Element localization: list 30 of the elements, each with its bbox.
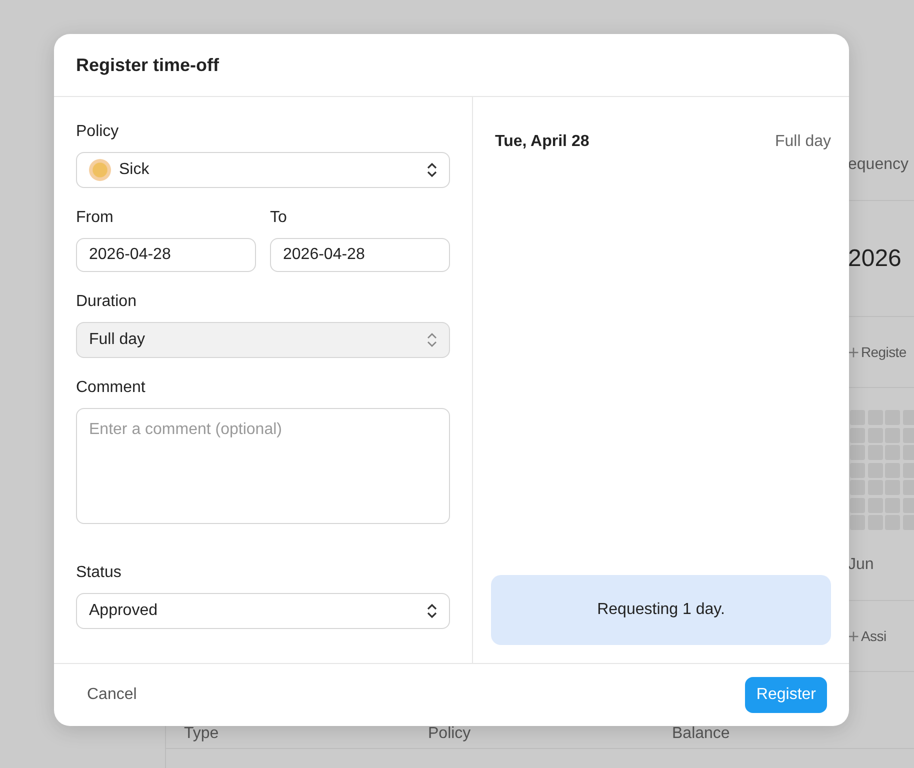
emoji-icon bbox=[89, 159, 111, 181]
field-label: From bbox=[76, 209, 114, 227]
side-label: equency bbox=[848, 156, 908, 174]
policy-select[interactable]: Sick bbox=[76, 152, 450, 188]
date-label: Tue, April 28 bbox=[495, 133, 590, 151]
field-label: Comment bbox=[76, 379, 146, 397]
field-label: Duration bbox=[76, 293, 138, 311]
field-label: To bbox=[270, 209, 288, 227]
plus-icon bbox=[848, 630, 859, 642]
add-link[interactable]: Registe bbox=[848, 344, 906, 360]
comment-field[interactable]: Enter a comment (optional) bbox=[76, 408, 450, 524]
field-label: Status bbox=[76, 564, 122, 582]
chevron-icon bbox=[427, 162, 437, 178]
chevron-icon bbox=[427, 603, 437, 619]
add-link[interactable]: Assi bbox=[848, 628, 886, 644]
date-field[interactable]: 2026-04-28 bbox=[270, 238, 450, 272]
column-header: Balance bbox=[672, 724, 731, 744]
column-header: Policy bbox=[428, 724, 472, 744]
year-label: 2026 bbox=[848, 244, 902, 272]
column-header: Type bbox=[184, 724, 220, 744]
duration-label: Full day bbox=[774, 133, 831, 151]
request-summary: Requesting 1 day. bbox=[491, 575, 831, 645]
status-select[interactable]: Approved bbox=[76, 593, 450, 629]
plus-icon bbox=[848, 346, 859, 358]
chevron-icon bbox=[427, 332, 437, 348]
dialog-title: Register time-off bbox=[76, 54, 220, 76]
date-field[interactable]: 2026-04-28 bbox=[76, 238, 256, 272]
side-label: Jun bbox=[848, 556, 874, 574]
cancel-button[interactable]: Cancel bbox=[76, 678, 148, 712]
field-label: Policy bbox=[76, 123, 120, 141]
